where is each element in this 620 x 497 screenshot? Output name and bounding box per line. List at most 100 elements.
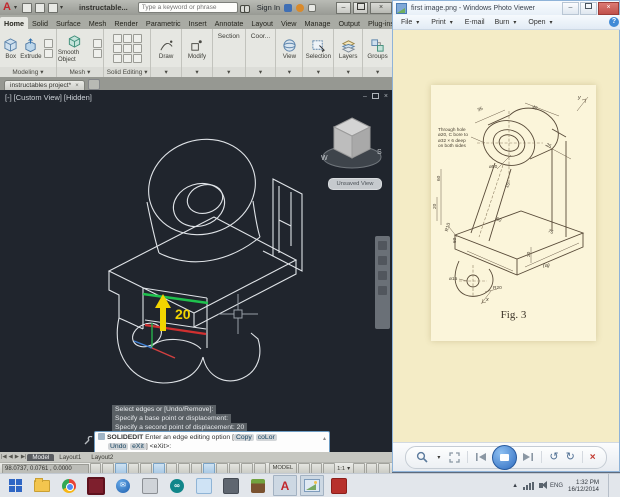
panel-view-footer[interactable]: ▾ [276,67,303,77]
zoom-extents-icon[interactable] [378,271,387,280]
section-panel-label[interactable]: Section [213,29,245,40]
tab-mesh[interactable]: Mesh [85,17,111,29]
selection-button[interactable]: Selection [306,38,331,60]
toggle-infer-constraints[interactable] [89,463,102,473]
taskbar-minecraft[interactable] [246,475,270,496]
taper-face-icon[interactable] [122,44,132,53]
toggle-otrack[interactable] [178,463,190,473]
command-line[interactable]: SOLIDEDIT Enter an edge editing option [… [94,431,330,452]
taskbar-photo-viewer[interactable] [300,475,324,496]
viewcube-wcs-menu[interactable]: Unsaved View [328,178,382,190]
tab-render[interactable]: Render [110,17,142,29]
visual-style-control[interactable]: [Hidden] [64,93,92,102]
toggle-selection-cycling[interactable] [253,463,266,473]
network-icon[interactable] [523,481,535,490]
menu-file[interactable]: File ▾ [401,19,421,26]
pv-close-button[interactable]: × [598,1,619,15]
quick-view-drawings-icon[interactable] [298,463,310,473]
option-color[interactable]: coLor [255,434,277,441]
zoom-icon[interactable] [416,451,428,463]
last-layout-icon[interactable]: ▶| [21,454,27,460]
coordinates-display[interactable]: 98.0737, 0.0761 , 0.0000 [2,463,89,473]
taskbar-autocad[interactable]: A [273,475,297,496]
qat-open-icon[interactable] [34,2,45,13]
tab-view[interactable]: View [277,17,300,29]
a360-icon[interactable] [284,3,293,12]
quick-view-layouts-icon[interactable] [310,463,323,473]
toggle-dynamic-input[interactable] [203,463,216,473]
annotation-scale[interactable]: 1:1 [337,466,345,472]
groups-button[interactable]: Groups [367,38,388,60]
search-input[interactable] [137,2,238,13]
slideshow-button[interactable] [492,444,518,470]
clock[interactable]: 1:32 PM 16/12/2014 [568,479,599,493]
viewcube-south-label[interactable]: S [377,149,382,156]
viewport-close-icon[interactable]: × [384,93,388,101]
panel-modify-footer[interactable]: ▾ [182,67,212,77]
show-hidden-icons[interactable]: ▲ [512,483,518,489]
shell-icon[interactable] [132,44,142,53]
option-copy[interactable]: Copy [233,434,254,441]
taskbar-chrome[interactable] [57,475,81,496]
taskbar-thunderbird[interactable]: ✉ [111,475,135,496]
next-icon[interactable] [522,452,534,462]
viewport-menu-control[interactable]: [-] [5,93,12,102]
taskbar-media-app[interactable] [84,475,108,496]
view-button[interactable]: View [282,38,297,60]
delete-icon[interactable]: × [590,452,596,463]
viewport-minimize-icon[interactable]: – [363,93,367,101]
fillet-edge-icon[interactable] [112,44,122,53]
restore-button[interactable] [353,1,368,14]
taskbar-arduino[interactable]: ∞ [165,475,189,496]
show-desktop-button[interactable] [608,474,614,497]
sign-in-link[interactable]: Sign In [257,3,280,12]
scale-caret-icon[interactable]: ▾ [347,465,350,472]
qat-new-icon[interactable] [21,2,32,13]
toggle-quick-properties[interactable] [241,463,253,473]
taskbar-installer[interactable] [138,475,162,496]
help-shield-icon[interactable] [308,3,317,12]
new-drawing-button[interactable] [87,79,100,90]
tab-layout1[interactable]: Layout1 [54,454,86,461]
exchange-apps-icon[interactable] [296,3,305,12]
rotate-counterclockwise-icon[interactable]: ↺ [549,451,558,463]
viewport-restore-icon[interactable] [371,93,379,101]
next-layout-icon[interactable]: ▶ [15,454,19,460]
toggle-osnap[interactable] [152,463,165,473]
toggle-grid[interactable] [115,463,127,473]
panel-section-footer[interactable]: ▾ [212,67,245,77]
menu-burn[interactable]: Burn ▾ [495,19,519,26]
viewcube-west-label[interactable]: W [321,155,328,162]
menu-open[interactable]: Open ▾ [528,19,554,26]
tab-plugins[interactable]: Plug-ins [364,17,392,29]
rotate-clockwise-icon[interactable]: ↻ [566,451,575,463]
interfere-icon[interactable] [132,54,142,63]
panel-mesh-footer[interactable]: Mesh ▾ [56,67,103,77]
taskbar-adobe-reader[interactable] [327,475,351,496]
help-icon[interactable]: ? [609,17,619,27]
recent-commands-icon[interactable]: ▴ [323,435,326,444]
thicken-icon[interactable] [122,54,132,63]
annotation-visibility-icon[interactable] [323,463,336,473]
pan-icon[interactable] [378,256,387,265]
presspull-icon[interactable] [43,49,53,58]
qat-caret-icon[interactable]: ▾ [60,4,63,11]
viewcube[interactable]: W S [320,108,384,180]
autocad-logo-icon[interactable]: A [3,2,11,13]
slice-icon[interactable] [112,54,122,63]
orbit-icon[interactable] [378,286,387,295]
toggle-polar[interactable] [140,463,152,473]
model-viewport[interactable]: 20 [-] [Custom View] [Hidden] – × W S Un… [0,90,392,452]
search-binoculars-icon[interactable] [239,4,250,13]
subtract-icon[interactable] [122,34,132,43]
full-navigation-wheel-icon[interactable] [378,241,387,250]
zoom-caret-icon[interactable]: ▾ [437,454,440,461]
start-button[interactable] [3,475,27,496]
app-menu-caret-icon[interactable]: ▾ [14,4,17,11]
tab-surface[interactable]: Surface [52,17,85,29]
toggle-transparency[interactable] [228,463,241,473]
union-icon[interactable] [112,34,122,43]
previous-icon[interactable] [475,452,487,462]
toggle-ortho[interactable] [127,463,140,473]
panel-layers-footer[interactable]: ▾ [334,67,363,77]
